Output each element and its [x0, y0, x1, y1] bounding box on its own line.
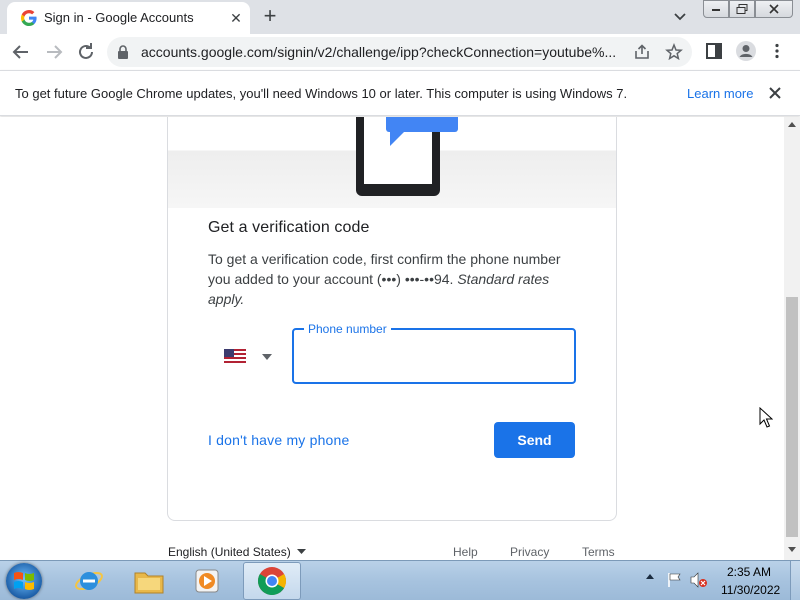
window-close-button[interactable]: [755, 0, 793, 18]
tab-strip: Sign in - Google Accounts ✕ +: [0, 0, 800, 34]
phone-illustration: ****: [168, 117, 616, 208]
phone-number-input[interactable]: [292, 328, 576, 384]
terms-link[interactable]: Terms: [582, 545, 615, 559]
bookmark-star-icon[interactable]: [665, 43, 683, 61]
show-hidden-icons-icon[interactable]: [646, 573, 654, 579]
page-content: **** Get a verification code To get a ve…: [0, 117, 784, 560]
reload-button[interactable]: [74, 40, 98, 64]
learn-more-link[interactable]: Learn more: [687, 86, 753, 101]
browser-tab[interactable]: Sign in - Google Accounts ✕: [7, 2, 250, 34]
internet-explorer-icon: [75, 571, 103, 591]
chrome-icon: [258, 567, 286, 595]
google-g-icon: [21, 10, 37, 26]
taskbar-explorer[interactable]: [120, 562, 178, 600]
reload-icon: [79, 43, 93, 59]
minimize-icon: [712, 9, 720, 11]
scrollbar-thumb[interactable]: [786, 297, 798, 537]
screen: Sign in - Google Accounts ✕ + accounts.g…: [0, 0, 800, 600]
taskbar-media-player[interactable]: [178, 562, 236, 600]
phone-number-label: Phone number: [304, 322, 391, 336]
share-icon[interactable]: [633, 43, 651, 61]
language-select[interactable]: English (United States): [168, 545, 291, 559]
mouse-cursor-icon: [759, 407, 773, 428]
start-button[interactable]: [6, 563, 42, 599]
scroll-down-icon[interactable]: [788, 547, 796, 553]
menu-icon[interactable]: [774, 42, 780, 60]
page-scrollbar[interactable]: [784, 117, 800, 560]
send-button[interactable]: Send: [494, 422, 575, 458]
file-explorer-icon: [134, 572, 164, 594]
window-minimize-button[interactable]: [703, 0, 729, 18]
privacy-link[interactable]: Privacy: [510, 545, 549, 559]
volume-muted-icon[interactable]: [690, 572, 708, 588]
action-center-flag-icon[interactable]: [667, 572, 683, 588]
taskbar-chrome[interactable]: [243, 562, 301, 600]
forward-icon: [47, 45, 63, 59]
tab-close-icon[interactable]: ✕: [226, 8, 246, 28]
taskbar-ie[interactable]: [60, 562, 118, 600]
clock-date[interactable]: 11/30/2022: [721, 583, 780, 597]
tab-title: Sign in - Google Accounts: [44, 10, 194, 25]
scroll-up-icon[interactable]: [788, 121, 796, 127]
update-infobar: To get future Google Chrome updates, you…: [0, 70, 800, 116]
browser-toolbar: accounts.google.com/signin/v2/challenge/…: [0, 34, 800, 70]
card-description: To get a verification code, first confir…: [208, 249, 578, 309]
infobar-message: To get future Google Chrome updates, you…: [15, 86, 628, 101]
lock-icon[interactable]: [117, 45, 129, 59]
side-panel-icon[interactable]: [705, 42, 723, 60]
clock-time[interactable]: 2:35 AM: [727, 565, 771, 579]
show-desktop-button[interactable]: [790, 561, 800, 600]
close-icon: [769, 4, 779, 14]
restore-icon: [736, 4, 748, 14]
page-title: Get a verification code: [208, 219, 370, 236]
help-link[interactable]: Help: [453, 545, 478, 559]
windows-logo-icon: [14, 572, 34, 590]
new-tab-icon[interactable]: +: [258, 4, 282, 28]
back-icon: [12, 45, 28, 59]
infobar-close-icon[interactable]: [767, 85, 783, 101]
country-dropdown-icon[interactable]: [262, 354, 272, 360]
profile-icon[interactable]: [735, 40, 757, 62]
url-text[interactable]: accounts.google.com/signin/v2/challenge/…: [141, 44, 621, 60]
tab-search-icon[interactable]: [670, 9, 690, 25]
language-dropdown-icon[interactable]: [297, 549, 306, 554]
forward-button[interactable]: [42, 40, 66, 64]
media-player-icon: [195, 569, 219, 593]
back-button[interactable]: [9, 40, 33, 64]
address-bar[interactable]: accounts.google.com/signin/v2/challenge/…: [107, 37, 692, 67]
windows-taskbar: [0, 560, 800, 600]
signin-card: **** Get a verification code To get a ve…: [167, 117, 617, 521]
phone-sms-icon: [356, 117, 458, 196]
us-flag-icon[interactable]: [224, 349, 246, 363]
window-restore-button[interactable]: [729, 0, 755, 18]
no-phone-link[interactable]: I don't have my phone: [208, 432, 350, 448]
